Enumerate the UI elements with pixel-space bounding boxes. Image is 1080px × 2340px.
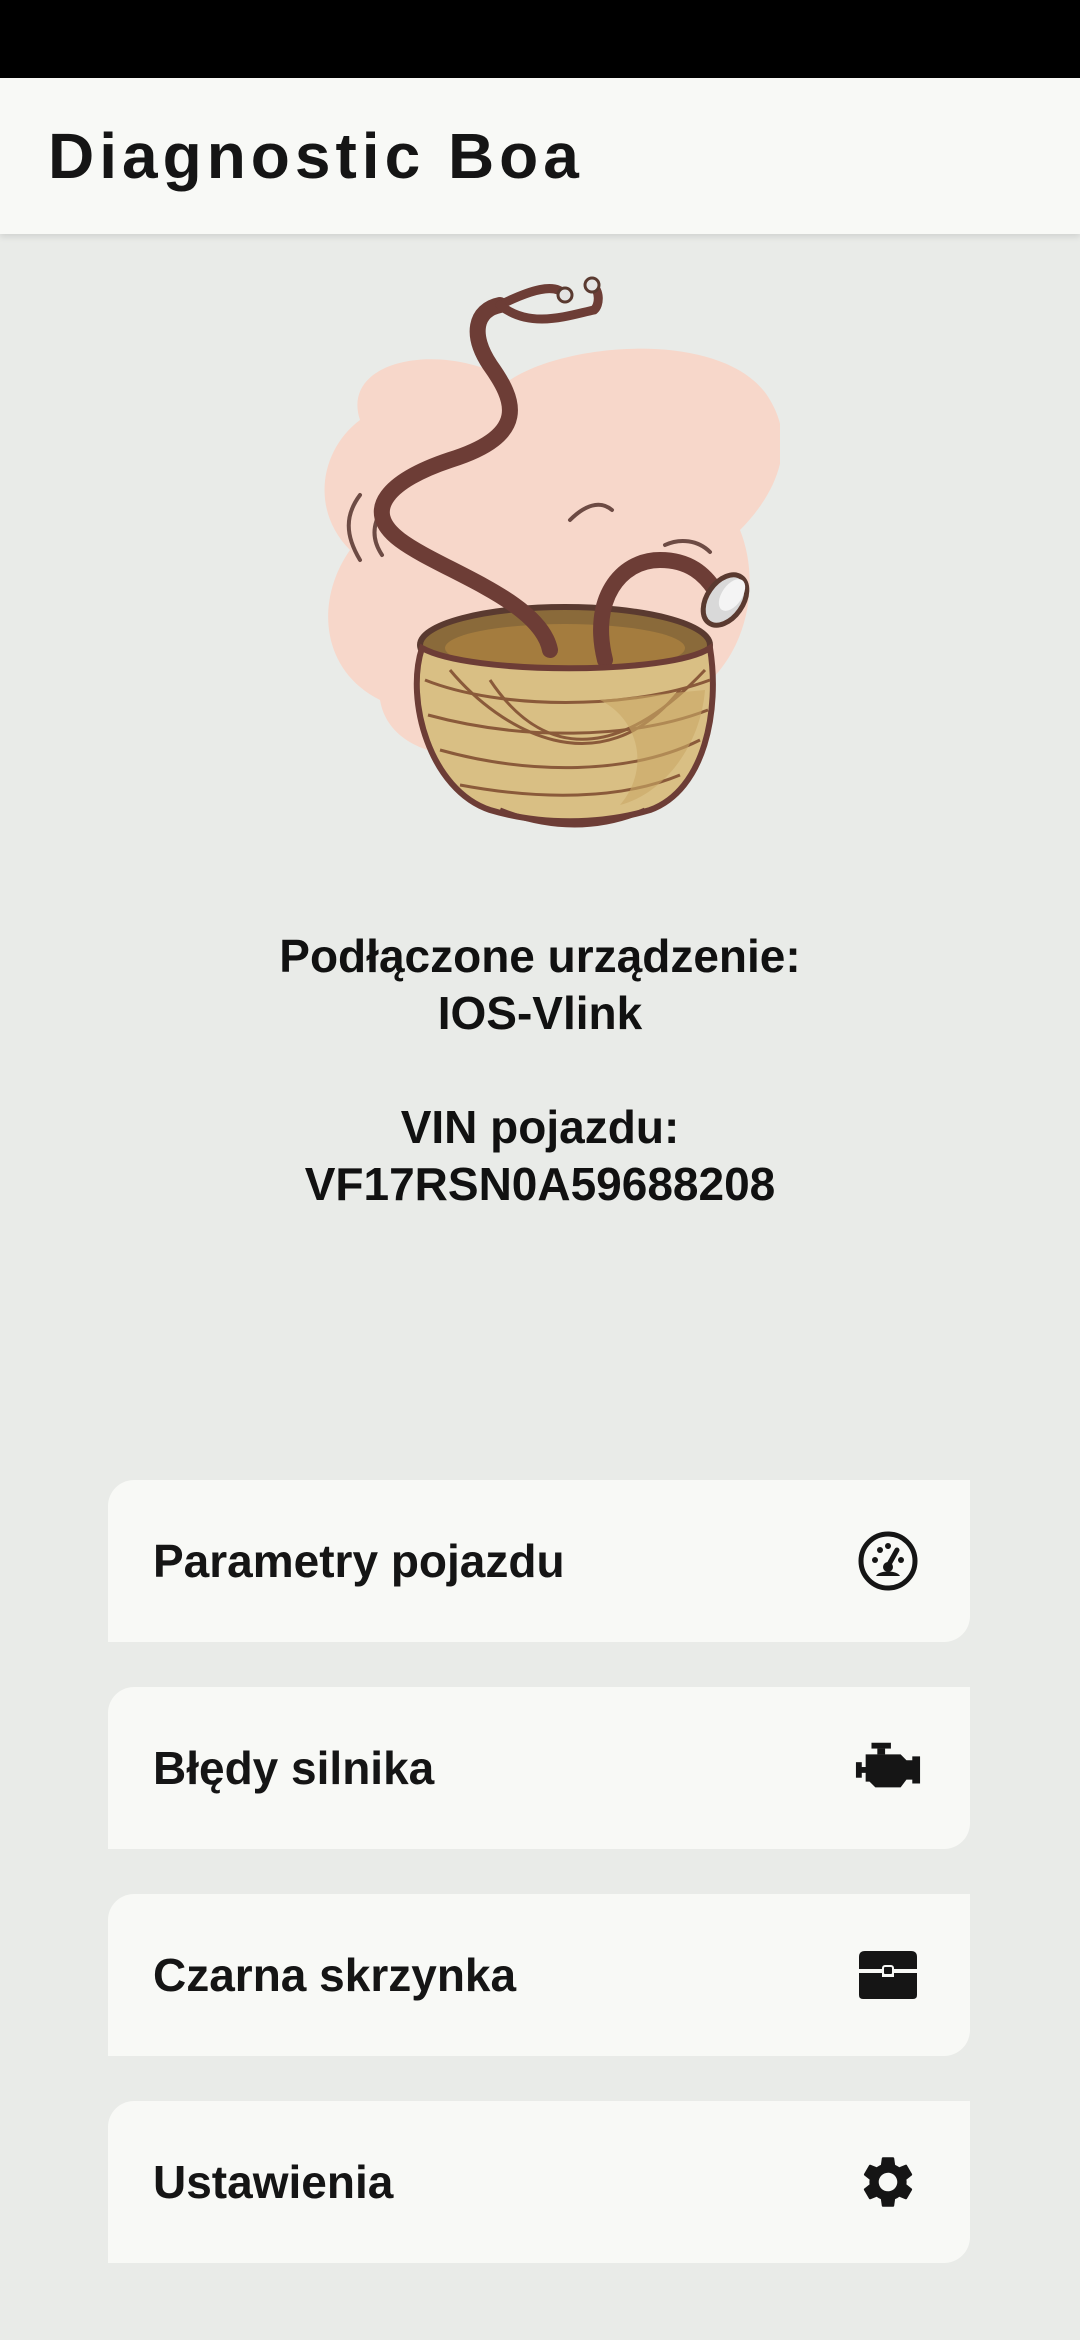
connected-device-info: Podłączone urządzenie: IOS-Vlink: [0, 928, 1080, 1042]
connected-device-value: IOS-Vlink: [437, 987, 643, 1039]
speedometer-icon: [854, 1527, 922, 1595]
vin-value: VF17RSN0A59688208: [304, 1158, 776, 1210]
menu-item-label: Błędy silnika: [153, 1742, 435, 1794]
menu-item-label: Czarna skrzynka: [153, 1949, 517, 2001]
vin-label: VIN pojazdu:: [400, 1101, 680, 1153]
menu-item-black-box[interactable]: Czarna skrzynka: [108, 1894, 970, 2056]
menu-item-vehicle-parameters[interactable]: Parametry pojazdu: [108, 1480, 970, 1642]
app-bar: Diagnostic Boa: [0, 78, 1080, 234]
engine-icon: [854, 1734, 922, 1802]
gear-icon: [854, 2148, 922, 2216]
menu-item-label: Parametry pojazdu: [153, 1535, 565, 1587]
black-box-chest-icon: [854, 1941, 922, 2009]
vin-info: VIN pojazdu: VF17RSN0A59688208: [0, 1099, 1080, 1213]
app-title: Diagnostic Boa: [48, 120, 584, 192]
hero-illustration: [324, 276, 780, 828]
menu-item-label: Ustawienia: [153, 2156, 394, 2208]
connected-device-label: Podłączone urządzenie:: [279, 930, 801, 982]
menu-item-engine-errors[interactable]: Błędy silnika: [108, 1687, 970, 1849]
status-bar: [0, 0, 1080, 78]
menu-item-settings[interactable]: Ustawienia: [108, 2101, 970, 2263]
